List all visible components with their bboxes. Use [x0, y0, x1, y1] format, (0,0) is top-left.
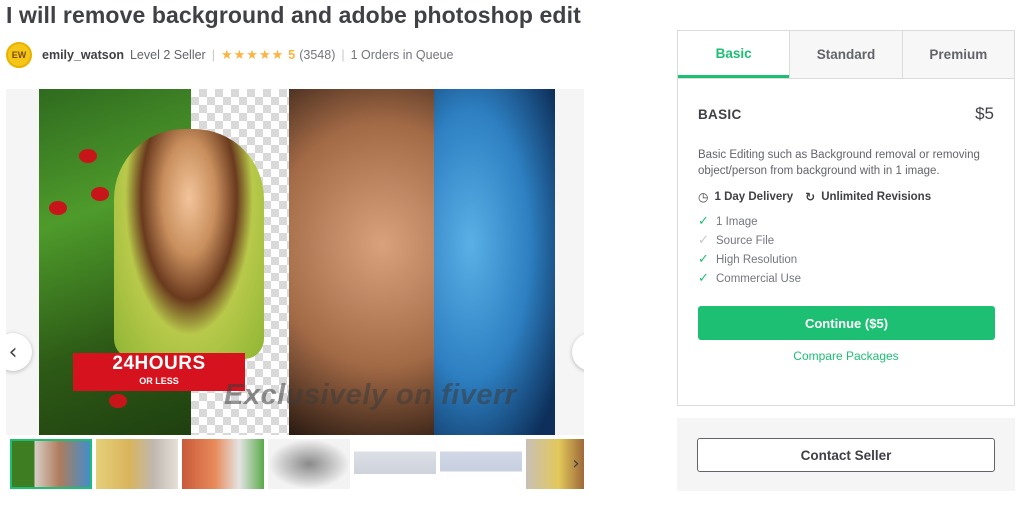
- orders-in-queue: 1 Orders in Queue: [350, 48, 454, 62]
- gig-title: I will remove background and adobe photo…: [6, 2, 581, 28]
- check-icon: ✓: [698, 214, 709, 229]
- chevron-right-icon[interactable]: ›: [566, 448, 586, 478]
- separator: |: [341, 48, 345, 62]
- thumbnail[interactable]: [268, 439, 350, 489]
- feature-label: Commercial Use: [716, 272, 801, 285]
- package-tabs: Basic Standard Premium: [678, 31, 1014, 79]
- chevron-left-icon[interactable]: ‹: [6, 333, 32, 371]
- flower-shape: [109, 394, 127, 408]
- gig-gallery: 24HOURS OR LESS Exclusively on fiverr ‹ …: [6, 89, 584, 435]
- revisions-meta: ↻ Unlimited Revisions: [805, 190, 931, 204]
- girl-figure: [114, 129, 264, 359]
- thumbnail[interactable]: [182, 439, 264, 489]
- contact-seller-button[interactable]: Contact Seller: [697, 438, 995, 472]
- separator: |: [211, 48, 215, 62]
- contact-panel: Contact Seller: [677, 418, 1015, 491]
- flower-shape: [49, 201, 67, 215]
- gallery-main-image[interactable]: 24HOURS OR LESS Exclusively on fiverr: [39, 89, 555, 435]
- delivery-badge: 24HOURS OR LESS: [73, 353, 245, 391]
- revisions-count: Unlimited Revisions: [821, 191, 932, 203]
- flower-shape: [91, 187, 109, 201]
- package-description: Basic Editing such as Background removal…: [698, 149, 980, 177]
- seller-info-row: EW emily_watson Level 2 Seller | ★★★★★ 5…: [6, 42, 453, 68]
- delivery-meta: ◷ 1 Day Delivery ↻ Unlimited Revisions: [698, 190, 994, 204]
- continue-button[interactable]: Continue ($5): [698, 306, 995, 340]
- tab-standard[interactable]: Standard: [789, 31, 902, 78]
- feature-label: Source File: [716, 234, 775, 247]
- thumbnail-strip: [10, 439, 584, 489]
- thumbnail[interactable]: [354, 439, 436, 489]
- fiverr-watermark: Exclusively on fiverr: [224, 379, 517, 411]
- check-icon: ✓: [698, 252, 709, 267]
- package-name: BASIC: [698, 106, 742, 122]
- clock-icon: ◷: [698, 190, 709, 204]
- star-rating-icon: ★★★★★: [220, 47, 285, 62]
- list-item: ✓ Source File: [698, 231, 994, 250]
- badge-main-text: 24HOURS: [112, 353, 206, 374]
- review-count-link[interactable]: (3548): [299, 48, 335, 62]
- list-item: ✓ Commercial Use: [698, 269, 994, 288]
- thumbnail[interactable]: [10, 439, 92, 489]
- refresh-icon: ↻: [805, 190, 816, 204]
- package-card: Basic Standard Premium BASIC $5 Basic Ed…: [677, 30, 1015, 406]
- flower-shape: [79, 149, 97, 163]
- seller-name-link[interactable]: emily_watson: [42, 48, 124, 62]
- thumbnail[interactable]: [440, 439, 522, 489]
- package-header: BASIC $5: [698, 104, 994, 124]
- feature-label: 1 Image: [716, 215, 758, 228]
- tab-premium[interactable]: Premium: [901, 31, 1014, 78]
- check-icon: ✓: [698, 233, 709, 248]
- tab-basic[interactable]: Basic: [678, 31, 790, 78]
- seller-level: Level 2 Seller: [129, 48, 206, 62]
- package-price: $5: [975, 104, 994, 123]
- compare-packages-link[interactable]: Compare Packages: [698, 349, 994, 363]
- seller-avatar[interactable]: EW: [6, 42, 32, 68]
- badge-sub-text: OR LESS: [139, 376, 179, 386]
- feature-label: High Resolution: [716, 253, 798, 266]
- delivery-time: 1 Day Delivery: [714, 191, 794, 203]
- feature-list: ✓ 1 Image ✓ Source File ✓ High Resolution ✓…: [698, 212, 994, 288]
- list-item: ✓ 1 Image: [698, 212, 994, 231]
- list-item: ✓ High Resolution: [698, 250, 994, 269]
- rating-score: 5: [288, 48, 296, 62]
- package-body: BASIC $5 Basic Editing such as Backgroun…: [678, 104, 1014, 363]
- chevron-right-icon[interactable]: ›: [572, 333, 584, 371]
- check-icon: ✓: [698, 271, 709, 286]
- thumbnail[interactable]: [96, 439, 178, 489]
